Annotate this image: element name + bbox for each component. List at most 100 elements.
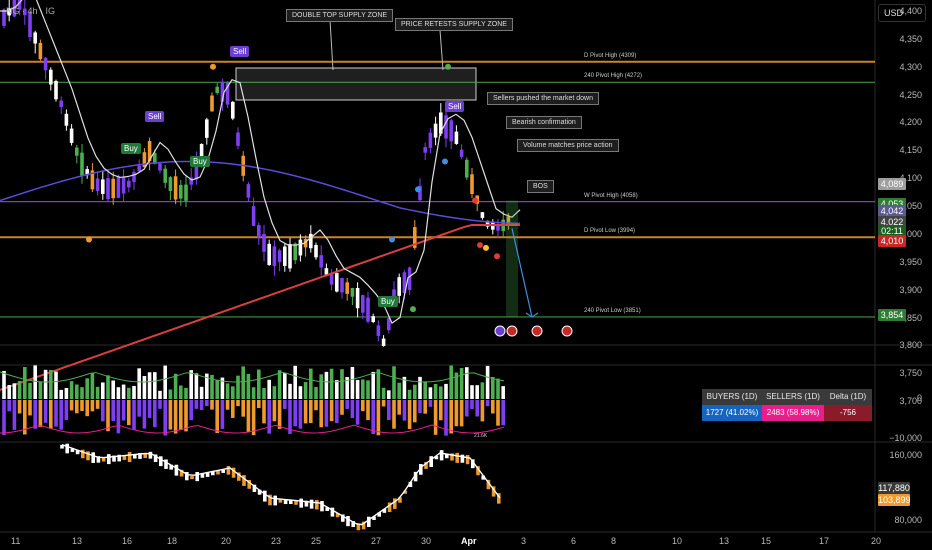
obv-bar xyxy=(346,516,350,527)
volume-bar xyxy=(387,390,391,399)
volume-bar xyxy=(470,400,474,410)
sellers-value: 2483 (58.98%) xyxy=(762,405,824,421)
pivot-label: 240 Pivot High (4272) xyxy=(584,73,643,80)
volume-bar xyxy=(392,366,396,399)
volume-bar xyxy=(173,373,178,399)
volume-bar xyxy=(371,371,375,399)
volume-bar xyxy=(309,400,313,424)
volume-bar xyxy=(444,383,448,399)
candle-body xyxy=(470,174,474,194)
signal-dot xyxy=(415,186,421,193)
volume-bar xyxy=(147,400,152,418)
price-tag: 4,042 xyxy=(878,204,906,217)
price-axis-label: 4,250 xyxy=(899,89,922,100)
candle-body xyxy=(80,152,84,177)
price-axis-label: 3,800 xyxy=(899,340,922,351)
volume-bar xyxy=(345,400,349,409)
candle-body xyxy=(324,268,329,275)
buyers-header: BUYERS (1D) xyxy=(702,389,762,405)
volume-bar xyxy=(189,400,193,421)
candle-body xyxy=(350,287,355,297)
sell-signal: Sell xyxy=(445,101,465,112)
volume-bar xyxy=(501,400,505,426)
volume-bar xyxy=(361,379,365,399)
candle-body xyxy=(153,152,157,164)
obv-bar xyxy=(320,500,324,512)
signal-dot xyxy=(483,244,489,251)
volume-bar xyxy=(303,382,308,399)
volume-bar xyxy=(137,400,141,417)
candle-body xyxy=(28,12,32,38)
volume-bar xyxy=(59,389,63,399)
candle-body xyxy=(173,176,178,200)
buyers-value: 1727 (41.02%) xyxy=(702,405,762,421)
volume-bar xyxy=(459,368,464,399)
candle-body xyxy=(329,274,334,285)
buy-signal: Buy xyxy=(121,143,141,154)
candle-body xyxy=(319,255,323,268)
volume-neg-label: −10,000 xyxy=(889,433,922,443)
obv-bar xyxy=(107,454,111,465)
volume-bar xyxy=(293,365,297,399)
volume-bar xyxy=(111,380,115,399)
volume-bar xyxy=(184,400,188,432)
candle-body xyxy=(236,132,240,146)
price-axis-label: 4,350 xyxy=(899,33,922,44)
volume-bar xyxy=(12,400,17,430)
time-axis-label: 16 xyxy=(122,536,133,546)
volume-bar xyxy=(444,400,448,436)
volume-bar xyxy=(475,385,479,399)
price-tag: 4,089 xyxy=(878,178,906,191)
candle-body xyxy=(272,246,277,267)
volume-bar xyxy=(449,400,453,434)
price-axis-label: 4,400 xyxy=(899,6,922,16)
volume-bar xyxy=(491,376,495,399)
obv-bar xyxy=(91,452,95,463)
volume-bar xyxy=(64,388,69,399)
callout-pointer xyxy=(439,29,444,71)
pivot-label: D Pivot High (4309) xyxy=(584,52,637,59)
signal-dot xyxy=(494,253,500,260)
obv-bar xyxy=(273,495,277,506)
time-axis-label: 25 xyxy=(311,536,322,546)
price-axis-label: 4,300 xyxy=(899,61,922,72)
volume-bar xyxy=(381,387,386,399)
obv-bar xyxy=(174,464,179,476)
volume-bar xyxy=(215,400,219,434)
obv-tag: 117,880 xyxy=(878,482,910,494)
callout-volume-matches: Volume matches price action xyxy=(517,139,619,152)
time-axis-label: 11 xyxy=(11,536,21,546)
candle-body xyxy=(267,243,271,266)
volume-bar xyxy=(168,389,173,399)
volume-bar xyxy=(366,380,370,399)
candle-body xyxy=(376,325,381,336)
volume-bar xyxy=(49,369,53,399)
sellers-header: SELLERS (1D) xyxy=(762,389,824,405)
volume-bar xyxy=(106,400,110,432)
volume-bar xyxy=(236,400,240,407)
candle-body xyxy=(423,147,427,153)
time-axis-label: 3 xyxy=(521,536,527,546)
candle-body xyxy=(277,250,282,263)
chart-area[interactable] xyxy=(0,0,932,550)
obv-bar xyxy=(439,450,444,461)
volume-bar xyxy=(28,400,32,416)
volume-bar xyxy=(85,400,89,417)
volume-bar xyxy=(496,400,500,426)
delta-header: Delta (1D) xyxy=(824,389,872,405)
pivot-label: W Pivot High (4058) xyxy=(584,192,638,199)
volume-bar xyxy=(288,383,292,399)
volume-bar xyxy=(241,400,245,417)
volume-bar xyxy=(257,369,261,399)
volume-bar xyxy=(95,400,100,409)
price-chart[interactable] xyxy=(0,0,932,550)
volume-bar xyxy=(23,367,27,399)
signal-dot xyxy=(472,197,478,204)
candle-body xyxy=(449,120,453,142)
volume-bar xyxy=(439,386,443,399)
volume-bar xyxy=(121,400,126,421)
volume-bar xyxy=(205,400,209,407)
symbol-header[interactable]: NG · 4h · IG xyxy=(6,6,55,16)
volume-bar xyxy=(231,386,235,399)
volume-bar xyxy=(199,386,204,399)
